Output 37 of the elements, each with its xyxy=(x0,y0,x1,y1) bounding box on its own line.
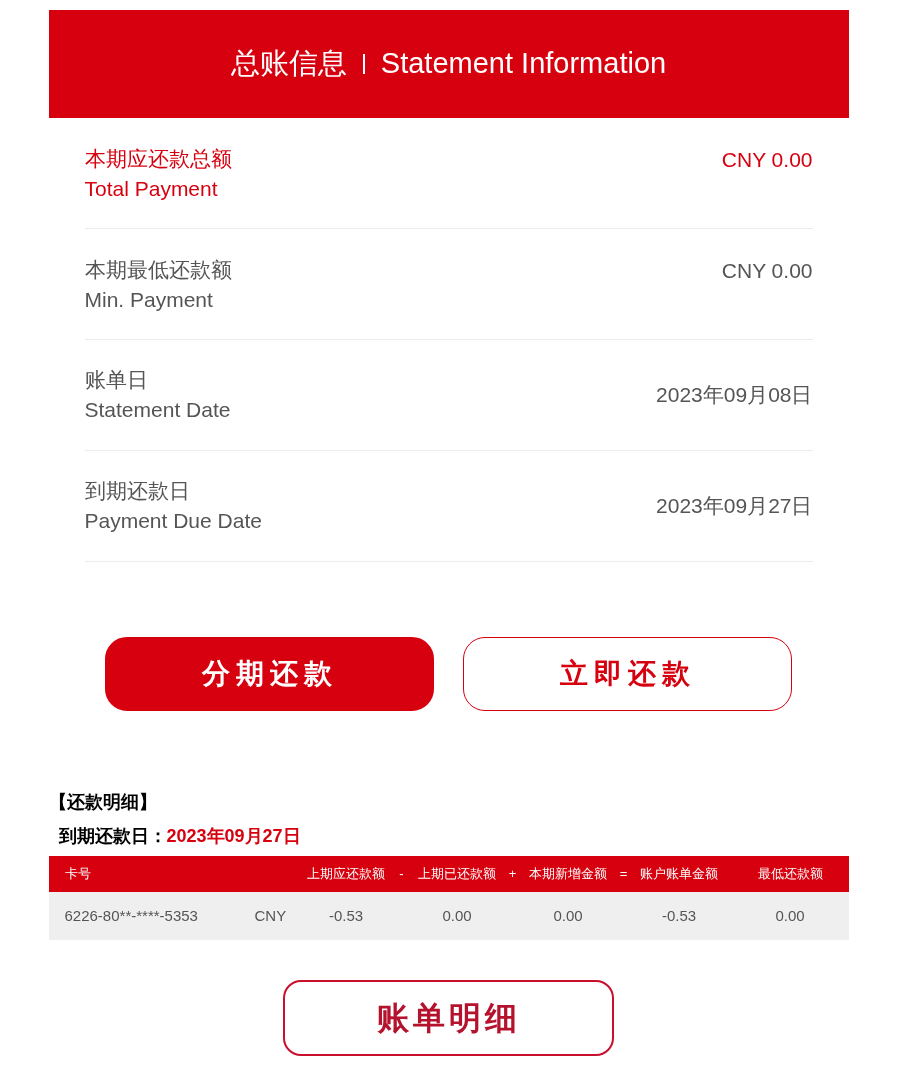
column-header: 最低还款额 xyxy=(757,865,823,884)
table-cell-text: 0.00 xyxy=(775,905,805,926)
summary-label: 本期最低还款额 xyxy=(84,257,232,283)
operator-sign: + xyxy=(508,865,517,884)
summary-label: 本期应还款总额 xyxy=(84,146,232,172)
summary-label: 账单日 xyxy=(84,367,149,393)
statement-details-button[interactable]: 账单明细 xyxy=(283,980,614,1056)
column-header: 上期已还款额 xyxy=(418,865,496,884)
column-header: 账户账单金额 xyxy=(640,865,718,884)
due-date-value: 2023年09月27日 xyxy=(166,825,301,848)
table-cell-text: -0.53 xyxy=(661,905,697,926)
summary-label: Payment Due Date xyxy=(84,508,262,534)
table-cell-text: 6226-80**-****-5353 xyxy=(64,905,198,926)
column-header: 卡号 xyxy=(64,865,91,884)
title-separator xyxy=(362,54,365,74)
table-cell-text: CNY xyxy=(254,905,287,926)
column-header: 上期应还款额 xyxy=(307,865,385,884)
header-title: 总账信息 xyxy=(230,46,347,82)
summary-label: Min. Payment xyxy=(84,287,214,313)
table-cell-text: 0.00 xyxy=(442,905,472,926)
summary-label: Statement Date xyxy=(84,397,231,423)
header-title: Statement Information xyxy=(380,46,667,82)
summary-value: CNY 0.00 xyxy=(721,258,813,284)
action-button[interactable]: 立即还款 xyxy=(463,637,792,711)
due-date-label: 到期还款日： xyxy=(58,825,167,848)
summary-label: Total Payment xyxy=(84,176,219,202)
action-button[interactable]: 分期还款 xyxy=(105,637,434,711)
operator-sign: - xyxy=(399,865,404,884)
operator-sign: = xyxy=(619,865,628,884)
summary-value: 2023年09月08日 xyxy=(656,382,813,409)
summary-label: 到期还款日 xyxy=(84,478,191,504)
summary-value: 2023年09月27日 xyxy=(656,493,813,520)
summary-value: CNY 0.00 xyxy=(721,147,813,173)
table-cell-text: 0.00 xyxy=(553,905,583,926)
column-header: 本期新增金额 xyxy=(529,865,607,884)
table-cell-text: -0.53 xyxy=(328,905,364,926)
section-heading: 【还款明细】 xyxy=(48,791,158,814)
